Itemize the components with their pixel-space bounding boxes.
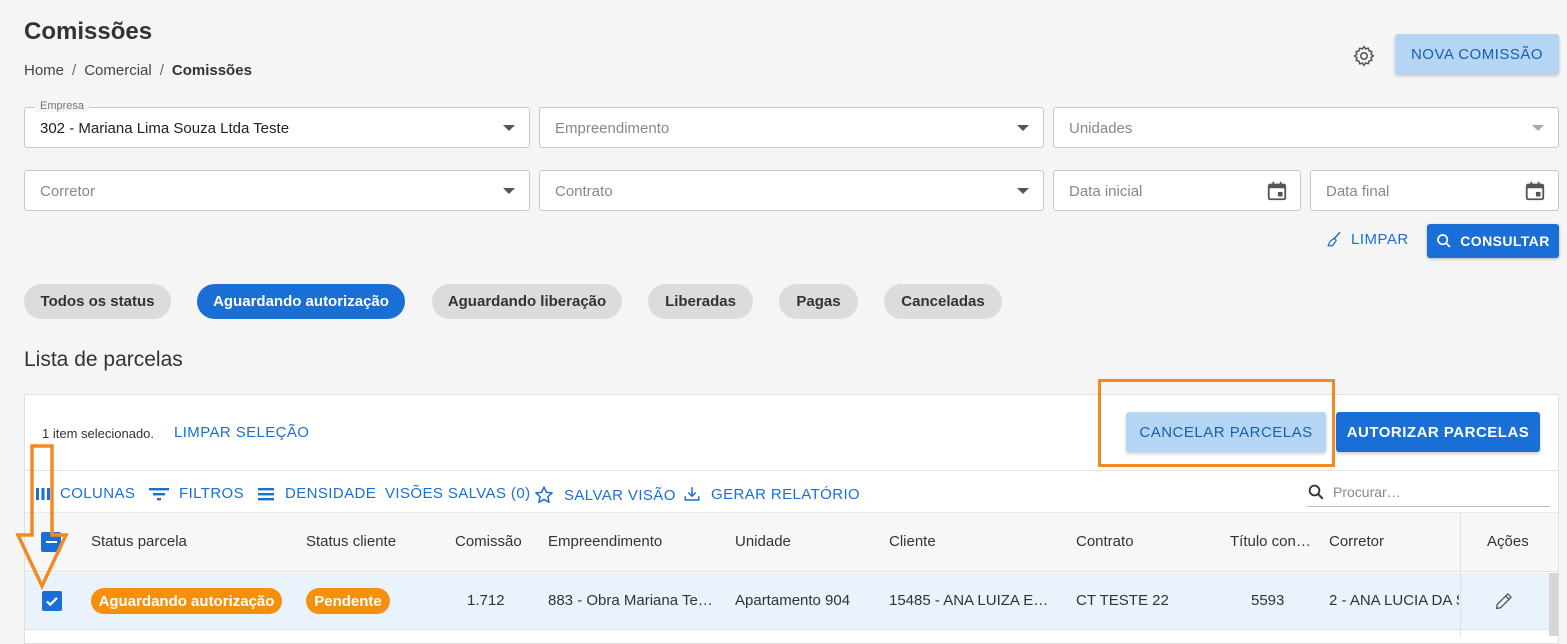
cell-cliente: 15485 - ANA LUIZA E… [889, 592, 1049, 609]
corretor-select[interactable]: Corretor [24, 170, 530, 211]
cell-corretor: 2 - ANA LUCIA DA S [1329, 592, 1459, 609]
cell-unidade: Apartamento 904 [735, 592, 851, 609]
chip-aguardando-liberacao[interactable]: Aguardando liberação [432, 284, 622, 319]
filtros-label: FILTROS [179, 485, 245, 502]
calendar-icon[interactable] [1266, 180, 1288, 202]
cell-contrato: CT TESTE 22 [1076, 592, 1169, 609]
check-icon [46, 597, 58, 607]
data-final-field[interactable]: Data final [1310, 170, 1559, 211]
cell-titulo: 5593 [1251, 592, 1285, 609]
cell-empreendimento: 883 - Obra Mariana Te… [548, 592, 713, 609]
gear-icon[interactable] [1352, 44, 1376, 68]
breadcrumb: Home / Comercial / Comissões [24, 62, 252, 79]
edit-pencil-icon[interactable] [1494, 590, 1514, 612]
breadcrumb-comercial[interactable]: Comercial [84, 62, 152, 79]
broom-icon [1327, 231, 1341, 247]
salvar-visao-label: SALVAR VISÃO [564, 486, 676, 504]
filter-icon [149, 487, 169, 500]
status-cliente-badge: Pendente [306, 588, 390, 614]
unidades-select[interactable]: Unidades [1053, 107, 1559, 148]
chip-todos-status[interactable]: Todos os status [24, 284, 171, 319]
salvar-visao-button[interactable]: SALVAR VISÃO [534, 485, 676, 505]
section-title: Lista de parcelas [24, 348, 183, 371]
gerar-relatorio-button[interactable]: GERAR RELATÓRIO [683, 485, 860, 503]
limpar-label: LIMPAR [1351, 230, 1409, 248]
empresa-label: Empresa [35, 100, 90, 112]
header-titulo[interactable]: Título con… [1230, 533, 1311, 550]
star-icon [535, 486, 553, 504]
acoes-column [1460, 513, 1558, 636]
data-inicial-placeholder: Data inicial [1069, 183, 1143, 200]
contrato-select[interactable]: Contrato [539, 170, 1044, 211]
row-checkbox[interactable] [42, 591, 62, 611]
divider [25, 470, 1558, 471]
empreendimento-placeholder: Empreendimento [555, 120, 670, 137]
colunas-label: COLUNAS [60, 485, 136, 502]
page-title: Comissões [24, 18, 153, 45]
nova-comissao-button[interactable]: NOVA COMISSÃO [1395, 34, 1559, 74]
chevron-down-icon [1017, 125, 1029, 131]
search-placeholder: Procurar… [1333, 483, 1401, 500]
densidade-button[interactable]: DENSIDADE [257, 485, 376, 502]
chip-aguardando-autorizacao[interactable]: Aguardando autorização [197, 284, 405, 319]
autorizar-parcelas-button[interactable]: AUTORIZAR PARCELAS [1336, 412, 1540, 452]
contrato-placeholder: Contrato [555, 183, 613, 200]
consultar-label: CONSULTAR [1460, 233, 1550, 249]
header-comissao[interactable]: Comissão [455, 533, 522, 550]
breadcrumb-separator: / [72, 62, 77, 79]
empreendimento-select[interactable]: Empreendimento [539, 107, 1044, 148]
status-parcela-badge: Aguardando autorização [91, 588, 282, 614]
gerar-relatorio-label: GERAR RELATÓRIO [711, 485, 861, 503]
chip-pagas[interactable]: Pagas [779, 284, 858, 319]
selection-count: 1 item selecionado. [42, 426, 155, 441]
data-inicial-field[interactable]: Data inicial [1053, 170, 1301, 211]
consultar-button[interactable]: CONSULTAR [1427, 224, 1559, 258]
header-status-parcela[interactable]: Status parcela [91, 533, 187, 550]
header-corretor[interactable]: Corretor [1329, 533, 1384, 550]
cell-comissao: 1.712 [467, 592, 505, 609]
corretor-placeholder: Corretor [40, 183, 96, 200]
chevron-down-icon [1017, 188, 1029, 194]
chevron-down-icon [1532, 125, 1544, 131]
chip-liberadas[interactable]: Liberadas [648, 284, 753, 319]
annotation-highlight-box [1098, 379, 1335, 467]
header-unidade[interactable]: Unidade [735, 533, 791, 550]
calendar-icon[interactable] [1524, 180, 1546, 202]
header-contrato[interactable]: Contrato [1076, 533, 1134, 550]
search-icon [1308, 484, 1324, 499]
download-icon [684, 487, 700, 501]
empresa-value: 302 - Mariana Lima Souza Ltda Teste [40, 120, 290, 137]
limpar-button[interactable]: LIMPAR [1325, 230, 1409, 248]
search-input[interactable]: Procurar… [1307, 477, 1550, 507]
unidades-placeholder: Unidades [1069, 120, 1133, 137]
visoes-salvas-label: VISÕES SALVAS (0) [385, 485, 531, 502]
vertical-scrollbar[interactable] [1549, 573, 1558, 636]
chip-canceladas[interactable]: Canceladas [884, 284, 1002, 319]
annotation-arrow-icon [15, 444, 69, 591]
chevron-down-icon [503, 125, 515, 131]
limpar-selecao-button[interactable]: LIMPAR SELEÇÃO [174, 424, 309, 441]
header-status-cliente[interactable]: Status cliente [306, 533, 396, 550]
chevron-down-icon [503, 188, 515, 194]
header-empreendimento[interactable]: Empreendimento [548, 533, 662, 550]
breadcrumb-current: Comissões [171, 62, 252, 79]
search-icon [1437, 234, 1451, 248]
visoes-salvas-button[interactable]: VISÕES SALVAS (0) [385, 485, 530, 502]
header-cliente[interactable]: Cliente [889, 533, 936, 550]
data-final-placeholder: Data final [1326, 183, 1390, 200]
density-icon [258, 487, 274, 500]
breadcrumb-separator: / [159, 62, 164, 79]
breadcrumb-home[interactable]: Home [24, 62, 64, 79]
densidade-label: DENSIDADE [285, 485, 377, 502]
header-acoes: Ações [1487, 533, 1529, 550]
empresa-select[interactable]: Empresa 302 - Mariana Lima Souza Ltda Te… [24, 100, 530, 148]
filtros-button[interactable]: FILTROS [149, 485, 244, 502]
